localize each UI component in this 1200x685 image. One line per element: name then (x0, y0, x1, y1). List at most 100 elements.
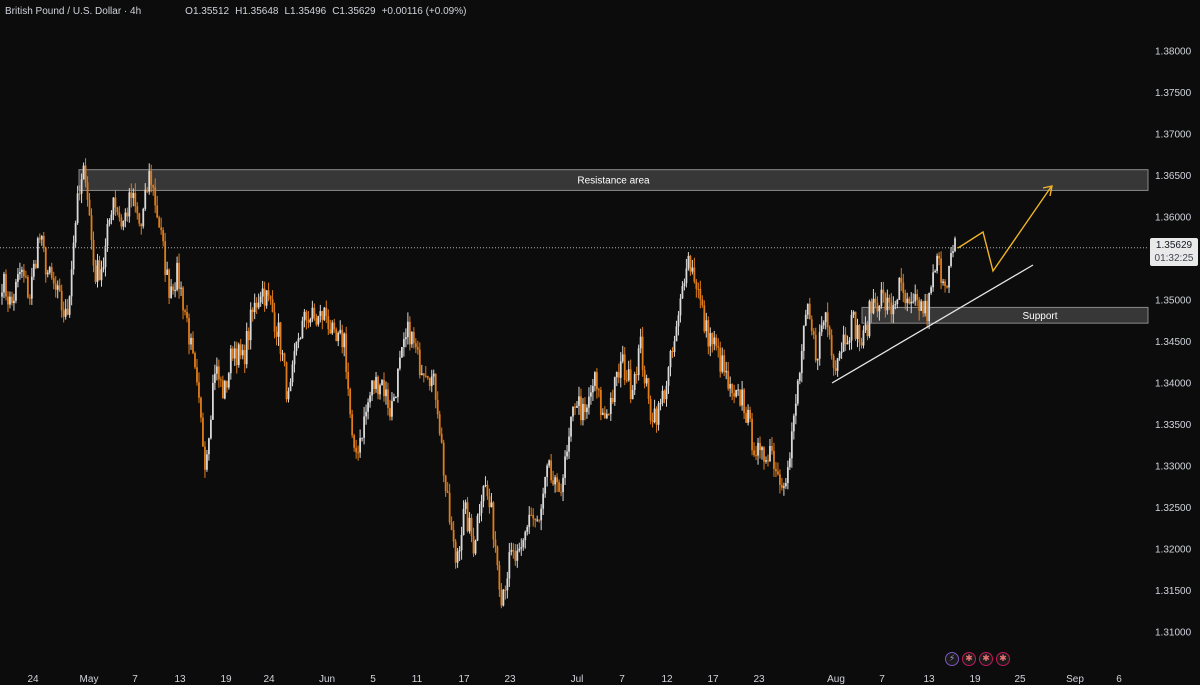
candle-body (383, 380, 385, 397)
candle-body (560, 491, 562, 493)
uk-flag-icon[interactable]: ✱ (979, 652, 993, 666)
candle-body (595, 372, 598, 390)
candle-body (709, 333, 712, 347)
candle-body (40, 235, 43, 240)
candle-body (106, 224, 109, 246)
candle-body (349, 389, 352, 415)
symbol-name[interactable]: British Pound / U.S. Dollar · 4h (5, 6, 141, 17)
candle-body (327, 316, 330, 330)
candle-body (395, 396, 397, 398)
bar-countdown: 01:32:25 (1154, 253, 1194, 264)
candle-body (430, 376, 433, 387)
candle-body (484, 484, 487, 486)
candle-body (695, 281, 698, 289)
candle-body (323, 307, 326, 320)
candle-body (176, 262, 178, 290)
ohlc-high: H1.35648 (235, 5, 279, 17)
candle-body (930, 287, 933, 294)
candle-body (438, 414, 441, 434)
candle-body (480, 501, 483, 514)
candle-body (420, 373, 423, 376)
candle-body (924, 300, 927, 314)
candle-body (504, 589, 507, 591)
candle-body (416, 347, 419, 350)
candle-body (496, 546, 499, 566)
candle-body (812, 331, 815, 335)
candle-body (186, 311, 188, 319)
candle-body (64, 308, 67, 317)
candle-body (576, 405, 578, 408)
candle-body (38, 238, 41, 240)
candle-body (568, 436, 570, 452)
candle-body (701, 299, 704, 306)
candle-body (154, 187, 157, 206)
candle-body (233, 348, 236, 359)
candle-body (44, 247, 47, 275)
y-tick-label: 1.36000 (1155, 212, 1192, 223)
candle-body (170, 286, 173, 298)
candle-body (934, 270, 937, 273)
candle-body (30, 276, 33, 299)
candle-body (761, 447, 763, 451)
candle-body (329, 329, 332, 334)
candle-body (128, 192, 131, 217)
candle-body (275, 331, 278, 337)
candle-body (172, 286, 175, 291)
candle-body (62, 310, 65, 317)
candle-body (90, 215, 93, 240)
candle-body (341, 329, 344, 348)
uk-flag-icon[interactable]: ✱ (996, 652, 1010, 666)
candle-body (408, 321, 411, 345)
x-tick-label: 24 (27, 674, 39, 685)
candle-body (798, 373, 801, 381)
y-tick-label: 1.34000 (1155, 378, 1192, 389)
candle-body (508, 552, 511, 579)
candle-body (631, 389, 634, 400)
candle-body (204, 446, 206, 470)
candle-body (731, 384, 734, 394)
candle-body (745, 413, 747, 423)
candle-body (773, 450, 775, 469)
candle-body (494, 539, 497, 547)
candle-body (401, 347, 403, 358)
x-tick-label: 23 (504, 674, 516, 685)
candle-body (671, 351, 674, 353)
candle-body (263, 288, 266, 306)
candle-body (832, 355, 835, 368)
x-tick-label: May (80, 674, 99, 685)
candle-body (842, 334, 845, 352)
x-tick-label: 7 (619, 674, 625, 685)
lightning-icon[interactable]: ⚡ (945, 652, 959, 666)
candle-body (516, 550, 519, 561)
candle-body (267, 290, 270, 296)
x-tick-label: Jun (319, 674, 335, 685)
candle-body (747, 409, 749, 423)
candle-body (393, 397, 395, 402)
candle-body (625, 379, 628, 381)
uk-flag-icon[interactable]: ✱ (962, 652, 976, 666)
candle-body (251, 309, 254, 313)
candle-body (796, 380, 799, 404)
candle-body (663, 390, 666, 400)
candle-body (890, 302, 893, 315)
candle-body (389, 408, 391, 417)
candle-body (217, 366, 220, 380)
candle-body (124, 212, 127, 222)
candle-body (506, 578, 509, 591)
candle-body (116, 207, 119, 213)
candle-body (918, 299, 921, 311)
candle-body (597, 389, 600, 391)
candle-body (942, 281, 944, 283)
candle-body (150, 170, 153, 185)
candle-body (353, 435, 356, 448)
candle-body (76, 193, 79, 224)
candle-body (54, 283, 57, 290)
candle-body (375, 376, 377, 389)
price-chart[interactable]: 1.31000 1.31500 1.32000 1.32500 1.33000 1.335… (0, 0, 1200, 685)
candle-body (771, 446, 773, 451)
candle-body (530, 514, 533, 516)
candle-body (194, 353, 196, 368)
candle-body (914, 294, 917, 302)
candle-body (558, 482, 560, 492)
candle-body (824, 312, 827, 323)
